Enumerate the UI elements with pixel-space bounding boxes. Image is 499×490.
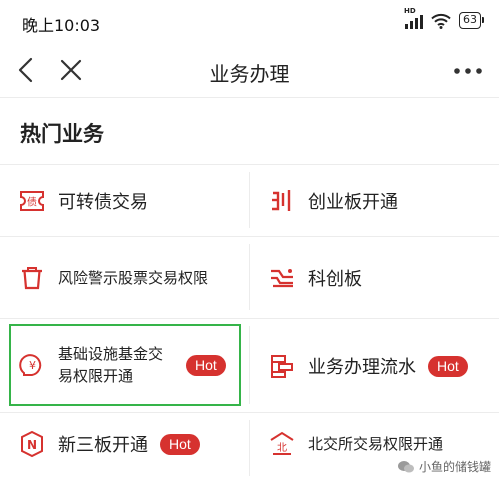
watermark-text: 小鱼的储钱罐 <box>418 460 491 474</box>
neeq-icon: N <box>21 430 43 458</box>
service-item-neeq[interactable]: N 新三板开通 Hot <box>18 429 244 459</box>
svg-text:¥: ¥ <box>29 359 36 372</box>
service-label: 北交所交易权限开通 <box>308 435 444 453</box>
section-title: 热门业务 <box>20 122 104 146</box>
divider <box>0 164 499 165</box>
service-label: 业务办理流水 <box>308 357 416 378</box>
divider <box>249 172 250 228</box>
hot-badge: Hot <box>160 433 200 455</box>
trash-warning-icon <box>22 267 42 290</box>
nav-bar: 业务办理 <box>0 44 499 98</box>
service-item-business-flow[interactable]: 业务办理流水 Hot <box>268 351 494 381</box>
status-bar: 晚上10:03 HD 63 <box>0 0 499 44</box>
wechat-icon <box>397 460 414 472</box>
status-icons: HD 63 <box>404 7 484 29</box>
convertible-bond-icon: 债 <box>20 191 44 211</box>
star-market-icon <box>271 269 293 288</box>
hot-badge: Hot <box>428 355 468 377</box>
service-label: 新三板开通 <box>58 435 148 456</box>
signal-icon: HD <box>404 7 423 29</box>
divider <box>249 420 250 476</box>
watermark: 小鱼的储钱罐 <box>397 458 491 475</box>
svg-text:债: 债 <box>27 196 37 209</box>
divider <box>0 412 499 413</box>
business-flow-icon <box>271 355 293 378</box>
service-label: 科创板 <box>308 269 362 290</box>
service-label: 可转债交易 <box>58 192 148 213</box>
divider <box>0 236 499 237</box>
service-item-risk-warning[interactable]: 风险警示股票交易权限 <box>18 255 244 301</box>
service-label: 基础设施基金交易权限开通 <box>58 345 164 385</box>
svg-text:北: 北 <box>277 442 287 454</box>
divider <box>249 244 250 310</box>
service-label: 创业板开通 <box>308 192 398 213</box>
more-dots-icon[interactable] <box>451 62 485 80</box>
yuan-fund-icon: ¥ <box>19 354 42 376</box>
battery-indicator: 63 <box>459 12 484 29</box>
status-time: 晚上10:03 <box>22 16 101 35</box>
service-label: 风险警示股票交易权限 <box>58 269 209 287</box>
page-title: 业务办理 <box>209 62 290 86</box>
divider <box>0 318 499 319</box>
bse-icon: 北 <box>270 431 294 455</box>
wifi-icon <box>431 13 451 29</box>
svg-text:N: N <box>27 438 37 452</box>
service-item-infrastructure-fund[interactable]: ¥ 基础设施基金交易权限开通 Hot <box>18 342 238 388</box>
divider <box>249 326 250 404</box>
chinext-icon <box>272 190 291 211</box>
service-item-convertible-bond[interactable]: 债 可转债交易 <box>18 186 244 216</box>
service-item-star-market[interactable]: 科创板 <box>268 263 494 293</box>
network-label: HD <box>404 6 416 15</box>
service-item-bse[interactable]: 北 北交所交易权限开通 <box>268 429 494 459</box>
service-item-chinext[interactable]: 创业板开通 <box>268 186 494 216</box>
hot-badge: Hot <box>186 354 226 376</box>
